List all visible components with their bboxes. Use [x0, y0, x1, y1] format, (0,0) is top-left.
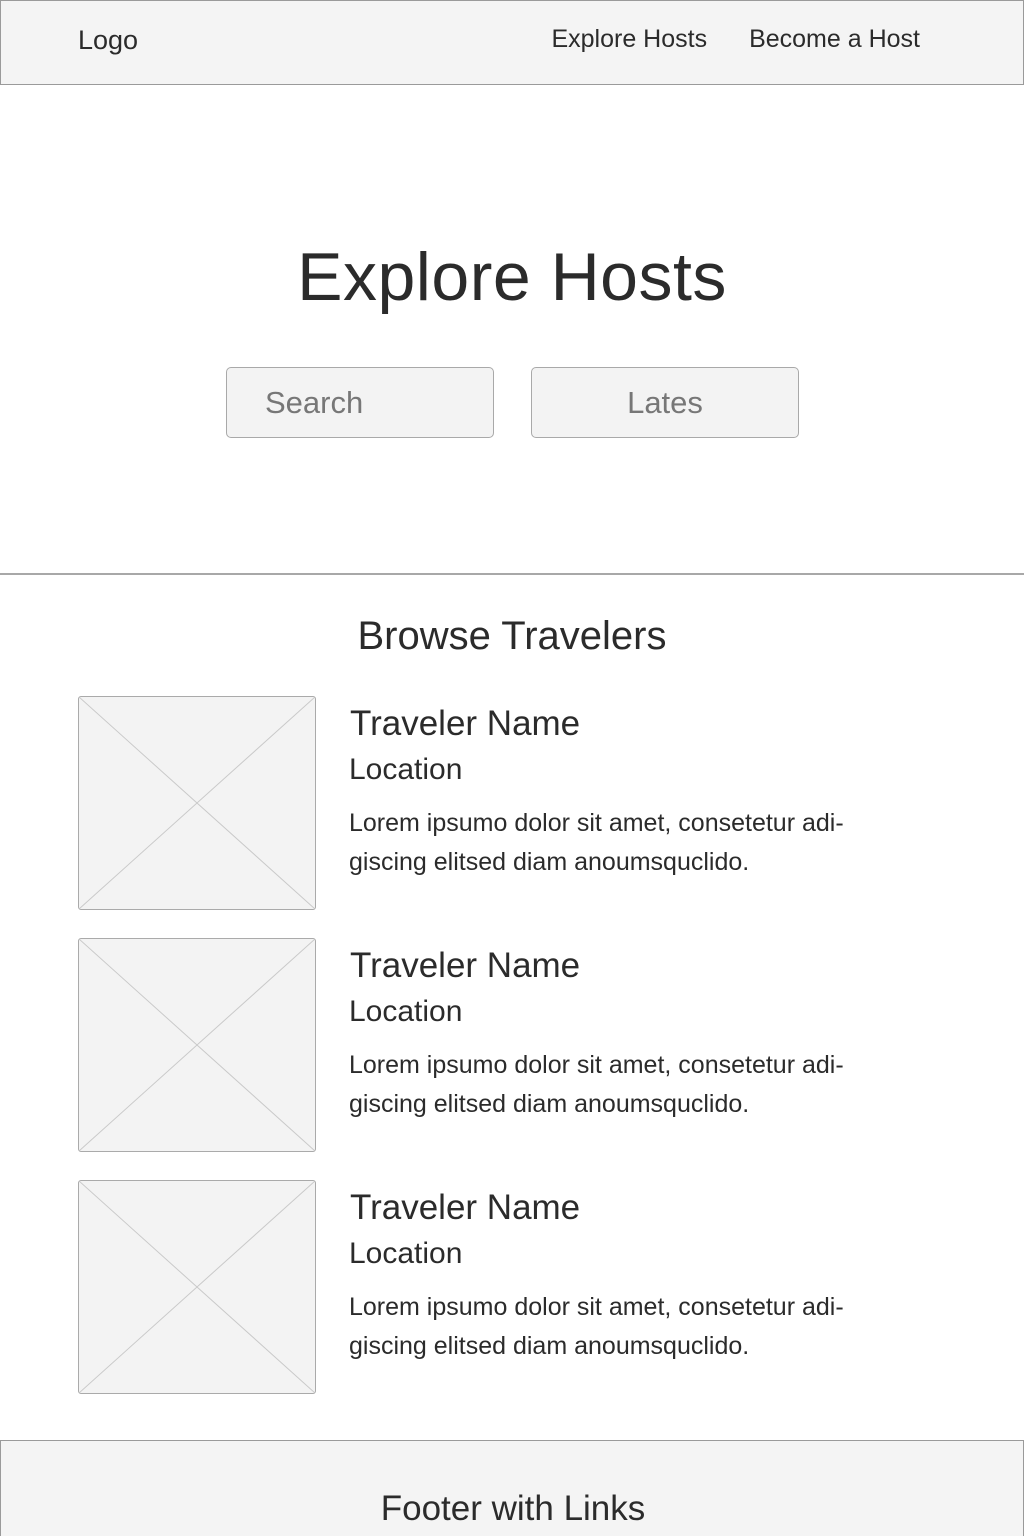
traveler-location: Location [349, 1237, 463, 1270]
traveler-name[interactable]: Traveler Name [350, 704, 580, 744]
traveler-description: Lorem ipsumo dolor sit amet, consetetur … [349, 1051, 844, 1118]
traveler-card[interactable]: Traveler Name Location Lorem ipsumo dolo… [78, 696, 938, 910]
image-placeholder [78, 938, 316, 1152]
sort-select[interactable]: Lates [531, 367, 799, 438]
page: Logo Explore Hosts Become a Host Explore… [0, 0, 1024, 1536]
search-input[interactable] [226, 367, 494, 438]
traveler-location: Location [349, 753, 463, 786]
page-title: Explore Hosts [297, 239, 727, 315]
image-placeholder [78, 696, 316, 910]
nav-link-explore-hosts[interactable]: Explore Hosts [551, 25, 707, 54]
section-title: Browse Travelers [357, 614, 667, 658]
section-divider [0, 573, 1024, 575]
traveler-name[interactable]: Traveler Name [350, 946, 580, 986]
footer-text: Footer with Links [380, 1489, 646, 1528]
logo[interactable]: Logo [78, 25, 138, 56]
traveler-description: Lorem ipsumo dolor sit amet, consetetur … [349, 809, 844, 876]
top-navbar: Logo Explore Hosts Become a Host [0, 0, 1024, 85]
main-nav: Explore Hosts Become a Host [551, 25, 920, 54]
traveler-name[interactable]: Traveler Name [350, 1188, 580, 1228]
traveler-card[interactable]: Traveler Name Location Lorem ipsumo dolo… [78, 938, 938, 1152]
footer: Footer with Links [0, 1440, 1024, 1536]
traveler-card[interactable]: Traveler Name Location Lorem ipsumo dolo… [78, 1180, 938, 1394]
traveler-location: Location [349, 995, 463, 1028]
nav-link-become-a-host[interactable]: Become a Host [749, 25, 920, 54]
traveler-description: Lorem ipsumo dolor sit amet, consetetur … [349, 1293, 844, 1360]
image-placeholder [78, 1180, 316, 1394]
